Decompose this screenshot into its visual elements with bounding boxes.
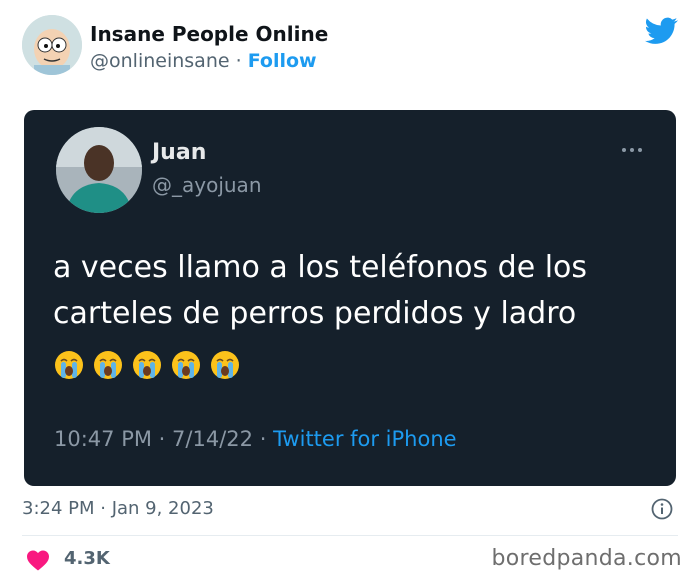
embedded-tweet-screenshot: Juan @_ayojuan a veces llamo a los teléf…: [24, 110, 676, 486]
twitter-bird-icon[interactable]: [645, 17, 678, 45]
watermark: boredpanda.com: [491, 546, 682, 571]
loudly-crying-face-icon: [55, 351, 83, 379]
embedded-tweet-time: 10:47 PM: [54, 427, 152, 451]
loudly-crying-face-icon: [211, 351, 240, 379]
account-handle[interactable]: @onlineinsane: [90, 50, 230, 72]
loudly-crying-face-icon: [172, 351, 201, 379]
account-handle-row: @onlineinsane · Follow: [90, 50, 317, 72]
loudly-crying-face-icon: [94, 351, 123, 379]
like-count[interactable]: 4.3K: [64, 548, 110, 569]
meta-separator: ·: [158, 427, 166, 451]
heart-icon[interactable]: [26, 549, 50, 571]
tweet-card: Insane People Online @onlineinsane · Fol…: [0, 0, 700, 587]
tweet-timestamp[interactable]: 3:24 PM · Jan 9, 2023: [22, 498, 214, 519]
follow-button[interactable]: Follow: [248, 50, 317, 72]
embedded-tweet-date: 7/14/22: [172, 427, 254, 451]
embedded-author-name: Juan: [152, 140, 207, 165]
meta-separator: ·: [259, 427, 267, 451]
cartoon-avatar-icon: [22, 15, 82, 75]
juan-avatar: [56, 127, 142, 213]
person-photo-icon: [56, 127, 142, 213]
embedded-tweet-meta: 10:47 PM · 7/14/22 · Twitter for iPhone: [54, 427, 457, 451]
embedded-tweet-source: Twitter for iPhone: [273, 427, 457, 451]
embedded-author-handle: @_ayojuan: [152, 173, 262, 197]
emoji-row: [54, 350, 244, 384]
embedded-tweet-text: a veces llamo a los teléfonos de los car…: [53, 250, 588, 331]
handle-separator: ·: [235, 50, 242, 72]
loudly-crying-face-icon: [133, 351, 162, 379]
info-icon[interactable]: [651, 498, 673, 520]
more-options-icon: [622, 148, 642, 152]
account-avatar[interactable]: [22, 15, 82, 75]
account-name[interactable]: Insane People Online: [90, 22, 328, 46]
divider: [22, 535, 678, 536]
